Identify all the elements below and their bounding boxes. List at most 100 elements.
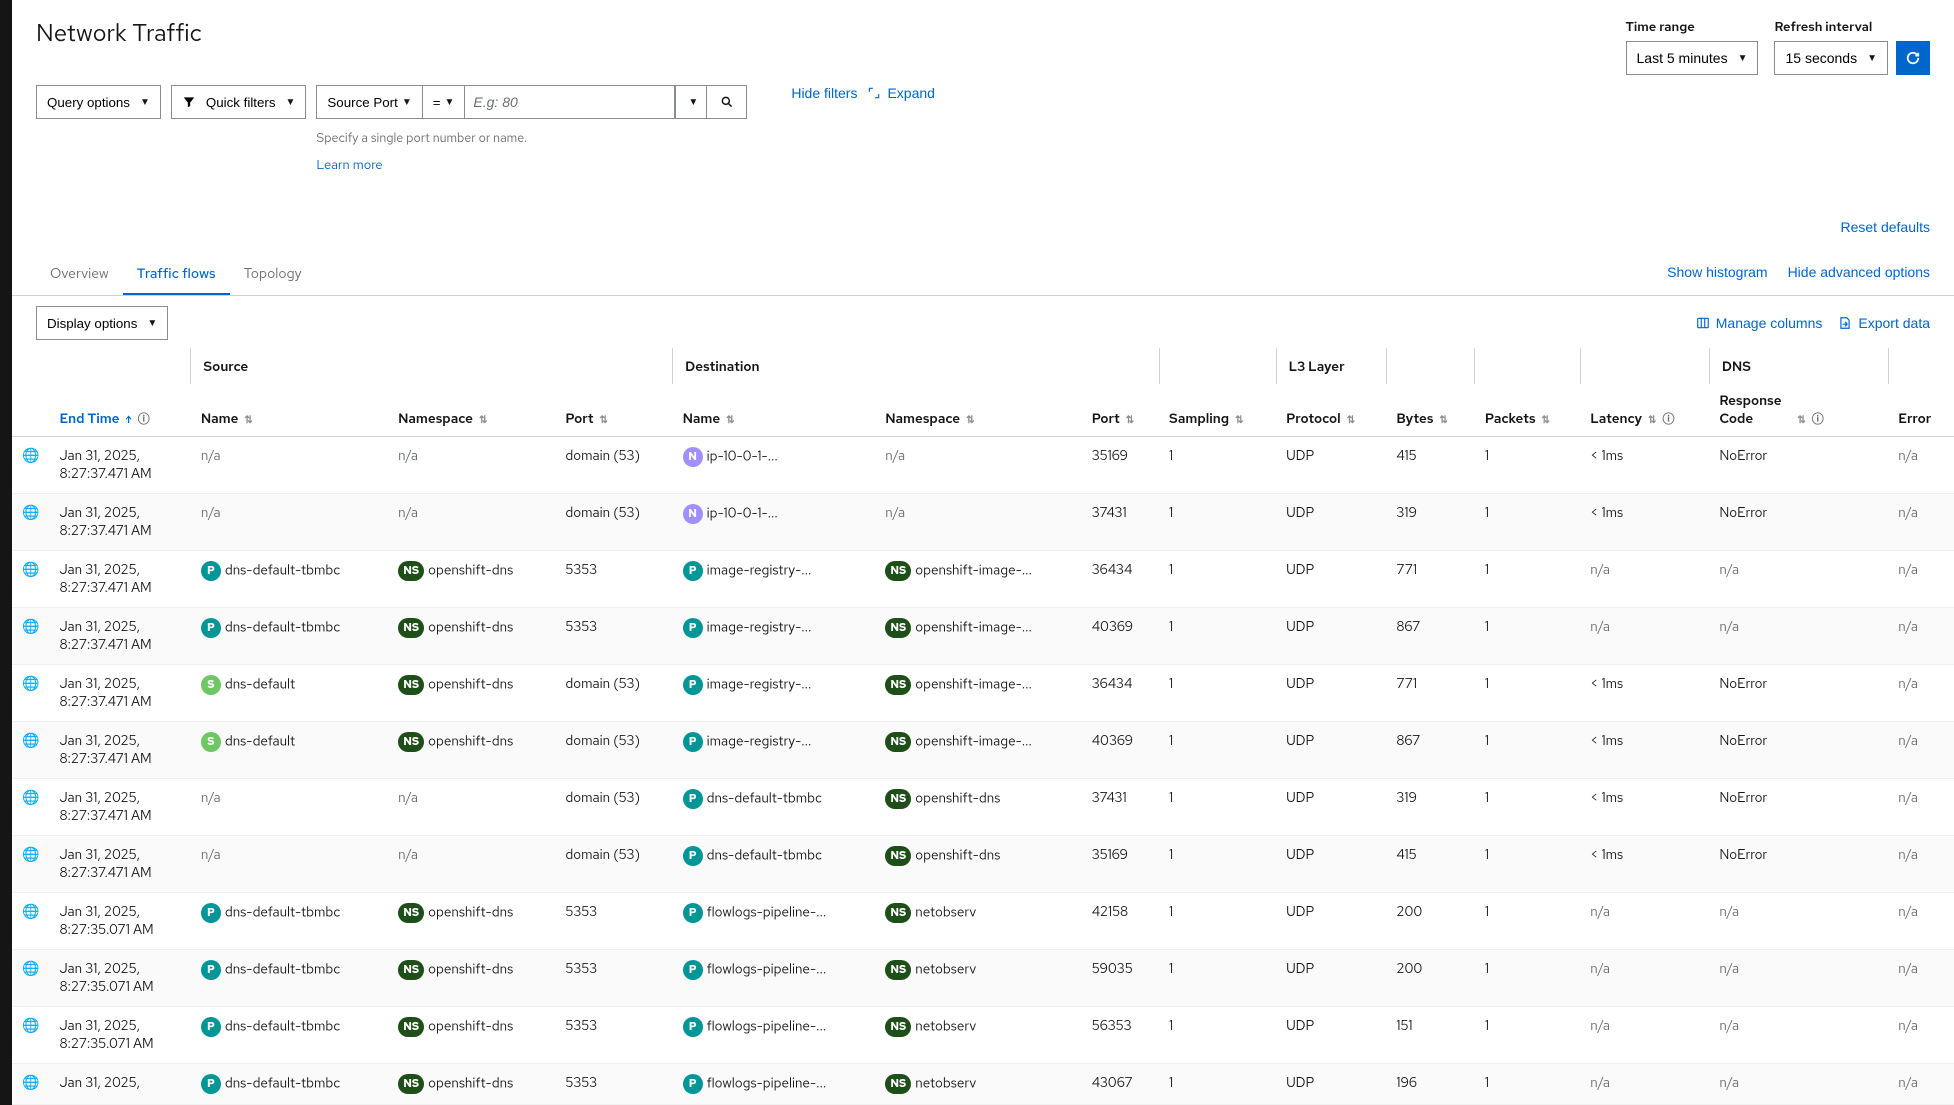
cell-bytes: 319 bbox=[1386, 494, 1474, 551]
cell-src-namespace: NSopenshift-dns bbox=[388, 1007, 555, 1064]
show-histogram-button[interactable]: Show histogram bbox=[1667, 264, 1767, 280]
help-icon[interactable]: ⓘ bbox=[1812, 411, 1824, 427]
col-error[interactable]: Error bbox=[1888, 384, 1954, 437]
col-end-time[interactable]: End Time↑ⓘ bbox=[49, 384, 190, 437]
flows-table: Source Destination L3 Layer DNS End Time… bbox=[12, 348, 1954, 1105]
reset-defaults-button[interactable]: Reset defaults bbox=[1841, 219, 1931, 235]
cell-dst-name: Pimage-registry-... bbox=[673, 722, 876, 779]
time-range-value: Last 5 minutes bbox=[1637, 50, 1728, 66]
table-row[interactable]: 🌐 Jan 31, 2025,8:27:37.471 AM n/a n/a do… bbox=[12, 494, 1954, 551]
col-protocol[interactable]: Protocol⇅ bbox=[1276, 384, 1386, 437]
cell-protocol: UDP bbox=[1276, 551, 1386, 608]
resource-badge-n: N bbox=[683, 447, 703, 467]
export-data-button[interactable]: Export data bbox=[1838, 315, 1930, 331]
filter-value-input[interactable] bbox=[465, 85, 675, 119]
table-row[interactable]: 🌐 Jan 31, 2025,8:27:37.471 AM n/a n/a do… bbox=[12, 437, 1954, 494]
cell-packets: 1 bbox=[1475, 893, 1580, 950]
table-row[interactable]: 🌐 Jan 31, 2025,8:27:37.471 AM n/a n/a do… bbox=[12, 836, 1954, 893]
table-row[interactable]: 🌐 Jan 31, 2025,8:27:37.471 AM n/a n/a do… bbox=[12, 779, 1954, 836]
quick-filters-button[interactable]: Quick filters ▼ bbox=[171, 85, 307, 119]
globe-icon: 🌐 bbox=[22, 1017, 39, 1035]
col-packets[interactable]: Packets⇅ bbox=[1475, 384, 1580, 437]
resource-badge-ns: NS bbox=[398, 960, 424, 980]
cell-packets: 1 bbox=[1475, 437, 1580, 494]
cell-dst-port: 36434 bbox=[1082, 665, 1159, 722]
col-sampling[interactable]: Sampling⇅ bbox=[1159, 384, 1276, 437]
table-row[interactable]: 🌐 Jan 31, 2025,8:27:37.471 AM Sdns-defau… bbox=[12, 665, 1954, 722]
col-latency[interactable]: Latency⇅ⓘ bbox=[1580, 384, 1709, 437]
help-icon[interactable]: ⓘ bbox=[138, 411, 150, 427]
cell-end-time: Jan 31, 2025,8:27:35.071 AM bbox=[49, 950, 190, 1007]
tab-topology[interactable]: Topology bbox=[230, 255, 316, 295]
expand-button[interactable]: Expand bbox=[867, 85, 934, 101]
time-range-select[interactable]: Last 5 minutes ▼ bbox=[1626, 41, 1759, 75]
cell-src-name: Pdns-default-tbmbc bbox=[191, 893, 388, 950]
cell-src-port: domain (53) bbox=[555, 722, 672, 779]
col-dst-port[interactable]: Port⇅ bbox=[1082, 384, 1159, 437]
cell-packets: 1 bbox=[1475, 1007, 1580, 1064]
cell-dst-port: 35169 bbox=[1082, 836, 1159, 893]
hide-filters-button[interactable]: Hide filters bbox=[791, 85, 857, 101]
col-group-source: Source bbox=[191, 348, 673, 384]
cell-end-time: Jan 31, 2025,8:27:37.471 AM bbox=[49, 608, 190, 665]
sort-icon: ⇅ bbox=[1797, 414, 1805, 427]
cell-bytes: 200 bbox=[1386, 950, 1474, 1007]
col-bytes[interactable]: Bytes⇅ bbox=[1386, 384, 1474, 437]
cell-src-namespace: n/a bbox=[388, 437, 555, 494]
cell-bytes: 415 bbox=[1386, 437, 1474, 494]
filter-search-button[interactable] bbox=[707, 85, 747, 119]
col-dst-namespace[interactable]: Namespace⇅ bbox=[875, 384, 1081, 437]
filter-field-select[interactable]: Source Port ▼ bbox=[316, 85, 422, 119]
table-row[interactable]: 🌐 Jan 31, 2025,8:27:37.471 AM Pdns-defau… bbox=[12, 551, 1954, 608]
cell-error: n/a bbox=[1888, 950, 1954, 1007]
cell-dst-port: 40369 bbox=[1082, 722, 1159, 779]
learn-more-link[interactable]: Learn more bbox=[316, 156, 747, 173]
filter-input-group: Source Port ▼ = ▼ ▼ bbox=[316, 85, 747, 119]
tab-traffic-flows[interactable]: Traffic flows bbox=[123, 255, 230, 295]
col-src-port[interactable]: Port⇅ bbox=[555, 384, 672, 437]
cell-sampling: 1 bbox=[1159, 665, 1276, 722]
table-row[interactable]: 🌐 Jan 31, 2025,8:27:35.071 AM Pdns-defau… bbox=[12, 1007, 1954, 1064]
filter-op-select[interactable]: = ▼ bbox=[423, 85, 466, 119]
table-row[interactable]: 🌐 Jan 31, 2025, Pdns-default-tbmbc NSope… bbox=[12, 1064, 1954, 1105]
cell-response-code: n/a bbox=[1709, 950, 1863, 1007]
col-group-dns: DNS bbox=[1709, 348, 1888, 384]
col-response-code[interactable]: Response Code⇅ⓘ bbox=[1709, 384, 1863, 437]
col-src-name[interactable]: Name⇅ bbox=[191, 384, 388, 437]
cell-src-name: n/a bbox=[191, 437, 388, 494]
cell-src-namespace: n/a bbox=[388, 494, 555, 551]
display-options-button[interactable]: Display options ▼ bbox=[36, 306, 168, 340]
hide-advanced-options-button[interactable]: Hide advanced options bbox=[1788, 264, 1930, 280]
cell-protocol: UDP bbox=[1276, 722, 1386, 779]
resource-badge-s: S bbox=[201, 675, 221, 695]
resource-badge-p: P bbox=[201, 1017, 221, 1037]
table-row[interactable]: 🌐 Jan 31, 2025,8:27:37.471 AM Sdns-defau… bbox=[12, 722, 1954, 779]
table-row[interactable]: 🌐 Jan 31, 2025,8:27:35.071 AM Pdns-defau… bbox=[12, 893, 1954, 950]
cell-dst-namespace: NSopenshift-image-... bbox=[875, 608, 1081, 665]
col-src-namespace[interactable]: Namespace⇅ bbox=[388, 384, 555, 437]
refresh-button[interactable] bbox=[1896, 41, 1930, 75]
time-range-label: Time range bbox=[1626, 18, 1759, 35]
filter-value-dropdown[interactable]: ▼ bbox=[675, 85, 707, 119]
cell-bytes: 319 bbox=[1386, 779, 1474, 836]
left-rail bbox=[0, 0, 12, 1105]
cell-packets: 1 bbox=[1475, 1064, 1580, 1105]
globe-icon: 🌐 bbox=[22, 789, 39, 807]
table-row[interactable]: 🌐 Jan 31, 2025,8:27:37.471 AM Pdns-defau… bbox=[12, 608, 1954, 665]
manage-columns-button[interactable]: Manage columns bbox=[1696, 315, 1823, 331]
cell-sampling: 1 bbox=[1159, 950, 1276, 1007]
table-row[interactable]: 🌐 Jan 31, 2025,8:27:35.071 AM Pdns-defau… bbox=[12, 950, 1954, 1007]
col-dst-name[interactable]: Name⇅ bbox=[673, 384, 876, 437]
cell-dst-name: Pflowlogs-pipeline-... bbox=[673, 1064, 876, 1105]
query-options-button[interactable]: Query options ▼ bbox=[36, 85, 161, 119]
cell-dst-namespace: NSopenshift-dns bbox=[875, 836, 1081, 893]
help-icon[interactable]: ⓘ bbox=[1662, 411, 1674, 427]
resource-badge-p: P bbox=[683, 732, 703, 752]
tab-overview[interactable]: Overview bbox=[36, 255, 123, 295]
resource-badge-p: P bbox=[683, 789, 703, 809]
refresh-interval-select[interactable]: 15 seconds ▼ bbox=[1774, 41, 1888, 75]
resource-badge-ns: NS bbox=[885, 903, 911, 923]
cell-dst-namespace: NSnetobserv bbox=[875, 1064, 1081, 1105]
cell-dst-port: 59035 bbox=[1082, 950, 1159, 1007]
resource-badge-ns: NS bbox=[398, 732, 424, 752]
